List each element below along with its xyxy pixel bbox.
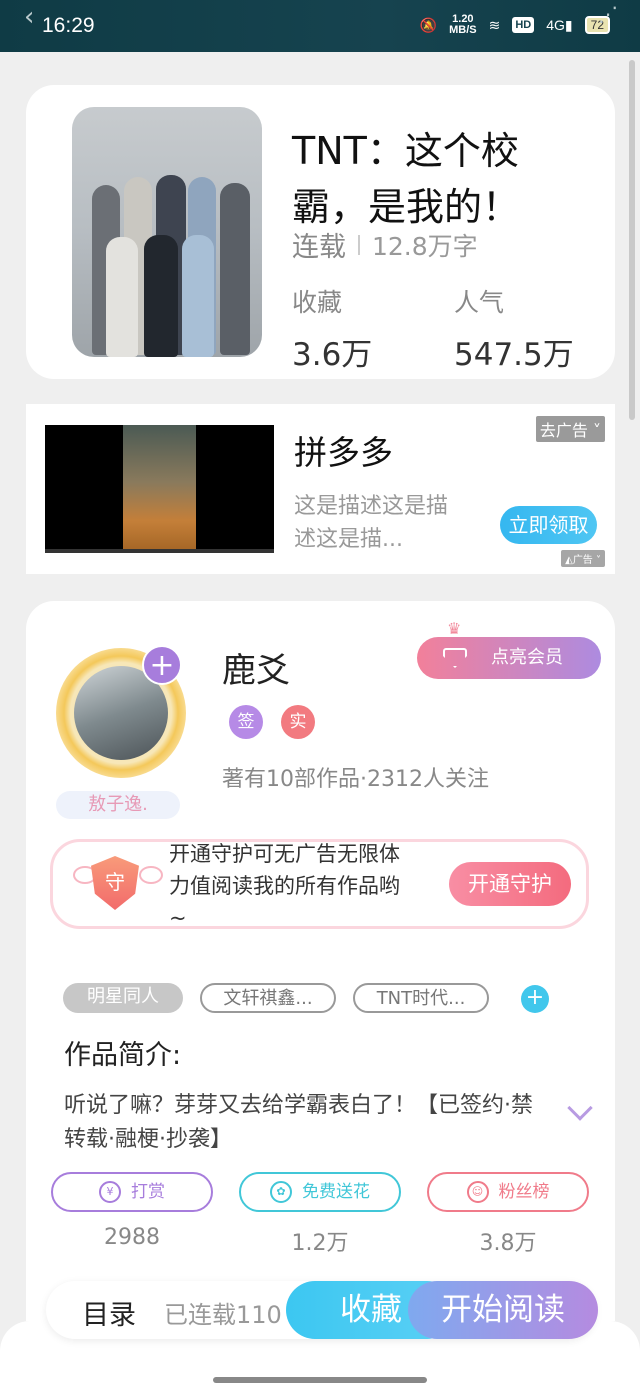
ad-label-badge[interactable]: ◭广告 ˅ [561, 550, 605, 567]
signed-badge: 签 [229, 705, 263, 739]
crown-icon: ♛ [447, 619, 462, 638]
reward-count: 2988 [104, 1225, 160, 1250]
wifi-icon: ≋ [488, 16, 501, 33]
status-bar: ‹ 16:29 🔕 1.20 MB/S ≋ HD 4G▮ 72 ⋰ [0, 0, 640, 52]
vip-button[interactable]: 点亮会员 [417, 637, 601, 679]
send-flower-button[interactable]: ✿ 免费送花 [239, 1172, 401, 1212]
user-icon: ☺ [466, 1181, 489, 1203]
flower-count: 1.2万 [291, 1231, 349, 1256]
flower-icon: ✿ [270, 1181, 292, 1203]
favorites-label: 收藏 [292, 288, 343, 317]
verified-badge: 实 [281, 705, 315, 739]
fan-count: 3.8万 [479, 1231, 537, 1256]
wing-icon [139, 866, 163, 884]
ad-video[interactable] [45, 425, 274, 553]
tag-group[interactable]: TNT时代... [353, 983, 489, 1013]
signal-icon: 4G▮ [546, 16, 573, 33]
author-card: + 敖子逸. 鹿爻 ♛ 点亮会员 签 实 著有10部作品·2312人关注 守 开… [26, 601, 615, 1321]
shield-icon: 守 [91, 856, 139, 910]
add-tag-icon[interactable]: + [521, 985, 549, 1013]
status-icons: 🔕 1.20 MB/S ≋ HD 4G▮ 72 [420, 14, 610, 36]
clock: 16:29 [42, 14, 95, 37]
tag-pairing[interactable]: 文轩祺鑫... [200, 983, 336, 1013]
diamond-icon [443, 648, 467, 668]
author-name[interactable]: 鹿爻 [222, 643, 290, 692]
word-count: 12.8万字 [372, 231, 478, 261]
popularity-value: 547.5万 [454, 337, 574, 373]
yen-icon: ¥ [99, 1181, 121, 1203]
ad-title: 拼多多 [294, 433, 393, 472]
chevron-down-icon[interactable] [567, 1095, 593, 1121]
guard-description: 开通守护可无广告无限体力值阅读我的所有作品哟~ [169, 842, 400, 930]
intro-text: 听说了嘛？芽芽又去给学霸表白了！【已签约·禁转载·融梗·抄袭】 [64, 1093, 533, 1152]
ad-description: 这是描述这是描述这是描... [294, 494, 449, 552]
remove-ad-button[interactable]: 去广告 ˅ [535, 416, 605, 442]
hd-icon: HD [512, 17, 535, 33]
start-reading-button[interactable]: 开始阅读 [408, 1281, 598, 1339]
author-stats: 著有10部作品·2312人关注 [222, 767, 489, 792]
book-header-card: TNT：这个校霸，是我的！ 连载 12.8万字 收藏 3.6万 人气 547.5… [26, 85, 615, 379]
back-arrow-icon[interactable]: ‹ [24, 2, 34, 32]
book-title: TNT：这个校霸，是我的！ [292, 129, 521, 229]
mute-icon: 🔕 [419, 16, 438, 33]
favorites-value: 3.6万 [292, 337, 373, 373]
popularity-label: 人气 [454, 288, 505, 317]
network-speed: 1.20 MB/S [449, 13, 477, 36]
open-guard-button[interactable]: 开通守护 [449, 862, 571, 906]
intro-title: 作品简介: [64, 1040, 182, 1071]
table-of-contents-button[interactable]: 目录 [82, 1293, 136, 1332]
book-meta: 连载 12.8万字 [292, 225, 478, 264]
home-indicator[interactable] [213, 1377, 427, 1383]
fan-ranking-button[interactable]: ☺ 粉丝榜 [427, 1172, 589, 1212]
ad-cta-button[interactable]: 立即领取 [500, 506, 597, 544]
ad-video-frame [123, 425, 196, 553]
ad-banner[interactable]: 拼多多 这是描述这是描述这是描... 去广告 ˅ 立即领取 ◭广告 ˅ [26, 404, 615, 574]
tag-genre[interactable]: 明星同人 [63, 983, 183, 1013]
guard-banner[interactable]: 守 开通守护可无广告无限体力值阅读我的所有作品哟~ 开通守护 [50, 839, 589, 930]
bottom-action-bar: 目录 已连载110 收藏 开始阅读 [46, 1281, 598, 1339]
book-cover[interactable] [72, 107, 262, 357]
author-nickname-tag: 敖子逸. [56, 791, 180, 819]
serial-progress[interactable]: 已连载110 [164, 1295, 282, 1330]
scrollbar[interactable] [629, 60, 635, 420]
video-progress-bar [45, 549, 274, 553]
book-status: 连载 [292, 232, 346, 263]
divider [358, 234, 360, 255]
share-icon[interactable]: ⋰ [598, 2, 618, 26]
reward-button[interactable]: ¥ 打赏 [51, 1172, 213, 1212]
follow-plus-icon[interactable]: + [142, 645, 182, 685]
